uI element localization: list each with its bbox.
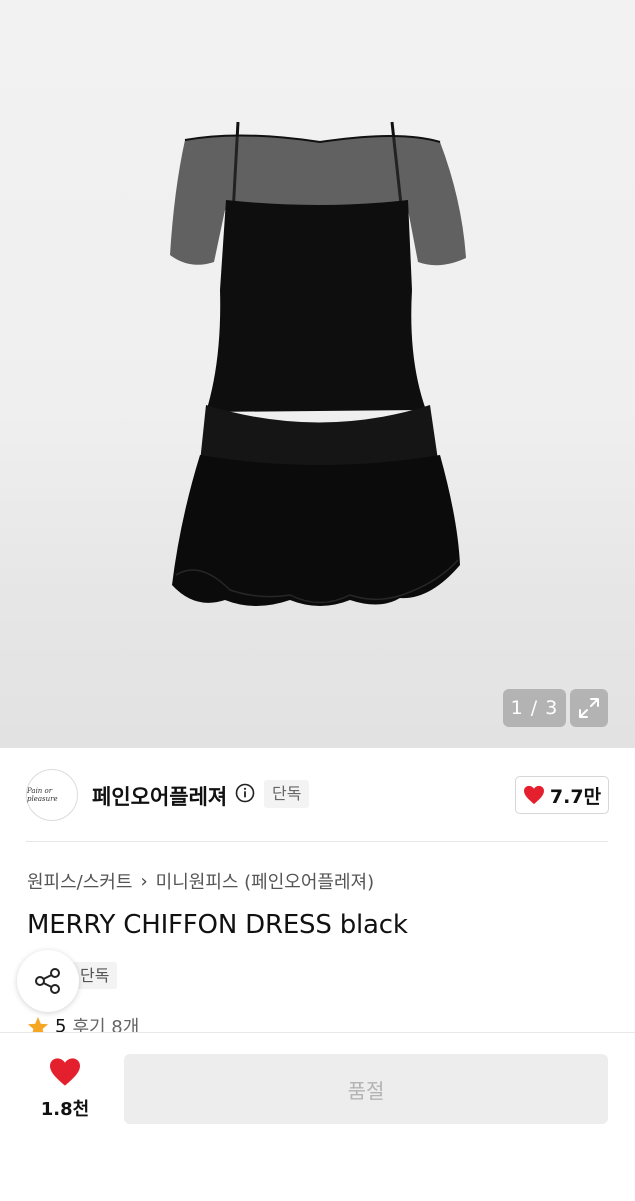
breadcrumb: 원피스/스커트 › 미니원피스 (페인오어플레져) — [27, 868, 374, 894]
breadcrumb-subcategory[interactable]: 미니원피스 (페인오어플레져) — [156, 868, 375, 894]
share-icon — [35, 968, 60, 994]
breadcrumb-category[interactable]: 원피스/스커트 — [27, 868, 132, 894]
brand-like-button[interactable]: 7.7만 — [515, 776, 609, 814]
brand-like-count: 7.7만 — [549, 785, 602, 808]
wish-button[interactable]: 1.8천 — [30, 1057, 100, 1121]
heart-icon — [50, 1058, 80, 1086]
wish-count: 1.8천 — [40, 1099, 90, 1120]
exclusive-badge: 단독 — [264, 780, 310, 808]
info-icon[interactable] — [235, 783, 255, 803]
image-counter: 1 / 3 — [503, 689, 566, 727]
soldout-button[interactable]: 품절 — [124, 1054, 608, 1124]
product-photo — [170, 121, 466, 606]
divider — [26, 841, 608, 842]
brand-name[interactable]: 페인오어플레져 — [92, 781, 227, 811]
product-title: MERRY CHIFFON DRESS black — [27, 910, 408, 940]
share-button[interactable] — [17, 950, 79, 1012]
expand-icon[interactable] — [570, 689, 608, 727]
exclusive-badge: 단독 — [72, 962, 118, 989]
brand-logo-text: Pain or pleasure — [27, 787, 58, 803]
product-image-gallery[interactable]: 1 / 3 — [0, 0, 635, 748]
exclusive-badge-label: 단독 — [80, 966, 110, 985]
chevron-right-icon: › — [140, 870, 148, 892]
brand-row: Pain or pleasure 페인오어플레져 단독 7.7만 — [0, 748, 635, 842]
brand-logo[interactable]: Pain or pleasure — [26, 769, 78, 821]
bottom-action-bar: 1.8천 품절 — [0, 1032, 635, 1201]
heart-icon — [523, 785, 544, 805]
